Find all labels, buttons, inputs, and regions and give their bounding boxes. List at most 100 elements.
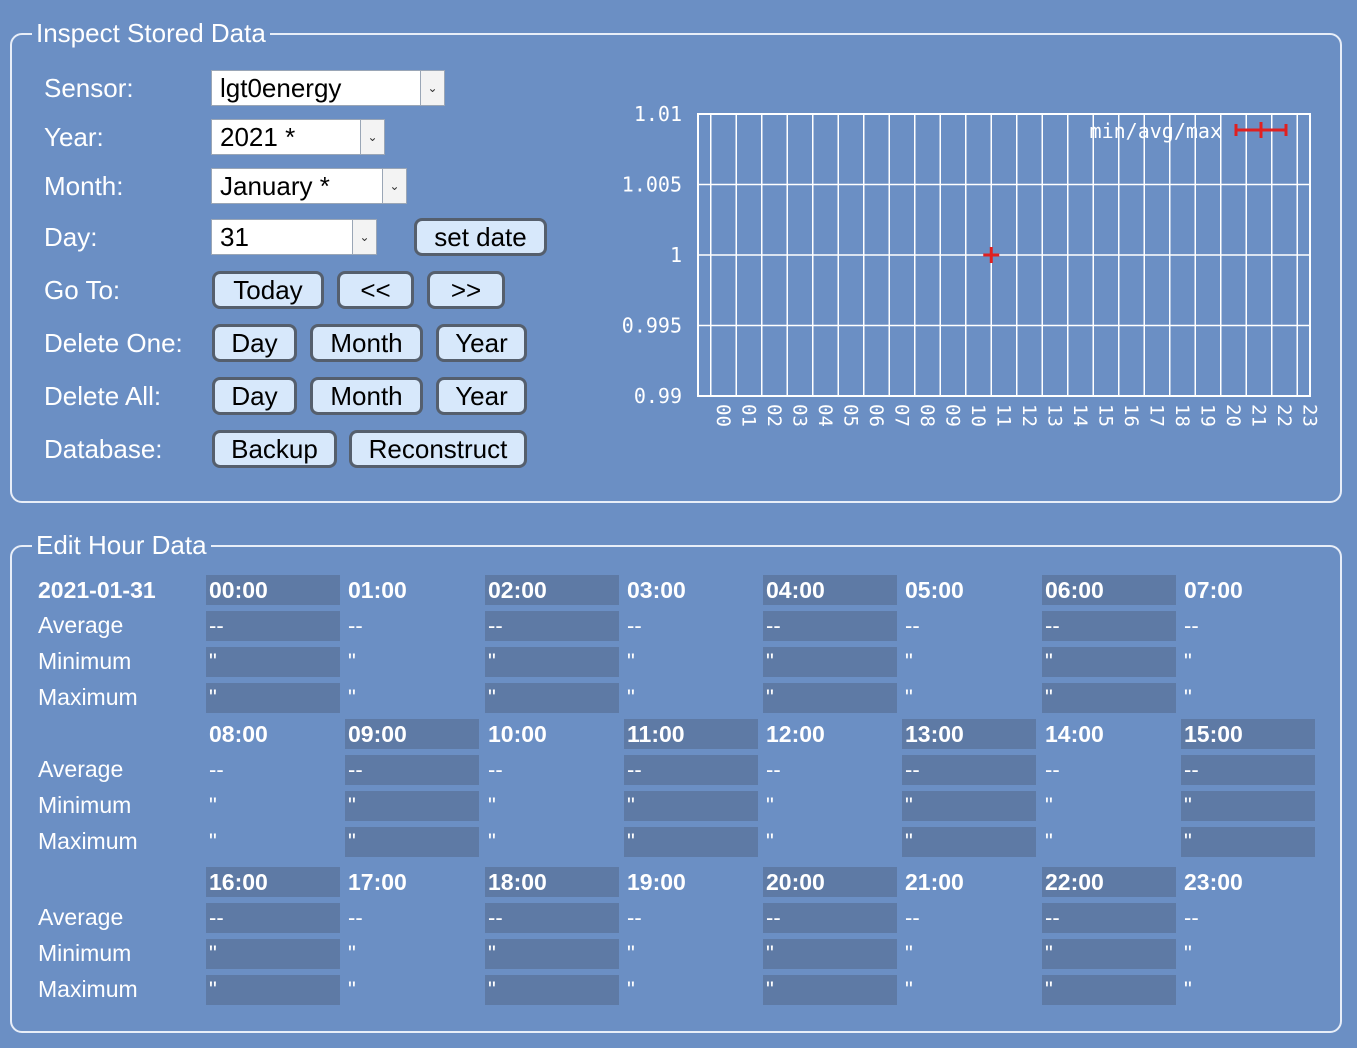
maximum-value-field[interactable]: " <box>485 975 619 1005</box>
backup-button[interactable]: Backup <box>212 430 337 468</box>
maximum-value-field[interactable]: " <box>624 827 758 857</box>
x-tick-label: 04 <box>814 404 836 427</box>
delete-one-month-button[interactable]: Month <box>310 324 423 362</box>
hour-header: 23:00 <box>1184 868 1243 895</box>
maximum-value-field[interactable]: " <box>206 683 340 713</box>
set-date-button[interactable]: set date <box>414 218 547 256</box>
maximum-value-field[interactable]: " <box>206 827 340 857</box>
x-tick-label: 19 <box>1196 404 1218 427</box>
average-value-field[interactable]: -- <box>763 903 897 933</box>
average-value-field[interactable]: -- <box>345 611 479 641</box>
average-value-field[interactable]: -- <box>763 755 897 785</box>
day-select[interactable]: 31 ⌄ <box>211 219 377 255</box>
maximum-value-field[interactable]: " <box>902 975 1036 1005</box>
average-value-field[interactable]: -- <box>624 611 758 641</box>
delete-all-month-button[interactable]: Month <box>310 377 423 415</box>
maximum-value-field[interactable]: " <box>763 975 897 1005</box>
average-value-field[interactable]: -- <box>345 903 479 933</box>
minimum-value-field[interactable]: " <box>206 791 340 821</box>
maximum-value-field[interactable]: " <box>624 683 758 713</box>
average-value-field[interactable]: -- <box>1042 611 1176 641</box>
month-select[interactable]: January * ⌄ <box>211 168 407 204</box>
average-value-field[interactable]: -- <box>206 903 340 933</box>
average-value-field[interactable]: -- <box>206 755 340 785</box>
minimum-value-field[interactable]: " <box>1042 647 1176 677</box>
minimum-value-field[interactable]: " <box>206 647 340 677</box>
minimum-value-field[interactable]: " <box>902 939 1036 969</box>
minimum-value-field[interactable]: " <box>763 939 897 969</box>
maximum-value-field[interactable]: " <box>1042 827 1176 857</box>
minimum-value-field[interactable]: " <box>1042 791 1176 821</box>
delete-one-day-button[interactable]: Day <box>212 324 297 362</box>
average-value-field[interactable]: -- <box>763 611 897 641</box>
year-select[interactable]: 2021 * ⌄ <box>211 119 385 155</box>
previous-day-button[interactable]: << <box>337 271 414 309</box>
average-value-field[interactable]: -- <box>1042 755 1176 785</box>
delete-all-year-button[interactable]: Year <box>436 377 527 415</box>
row-label-average: Average <box>38 756 124 782</box>
maximum-value-field[interactable]: " <box>345 975 479 1005</box>
x-tick-label: 01 <box>737 404 759 427</box>
average-value-field[interactable]: -- <box>624 903 758 933</box>
maximum-value-field[interactable]: " <box>206 975 340 1005</box>
delete-all-day-button[interactable]: Day <box>212 377 297 415</box>
average-value-field[interactable]: -- <box>1181 903 1315 933</box>
minimum-value-field[interactable]: " <box>624 939 758 969</box>
average-value-field[interactable]: -- <box>485 903 619 933</box>
average-value-field[interactable]: -- <box>485 755 619 785</box>
minimum-value-field[interactable]: " <box>902 647 1036 677</box>
average-value-field[interactable]: -- <box>206 611 340 641</box>
average-value-field[interactable]: -- <box>902 903 1036 933</box>
maximum-value-field[interactable]: " <box>1181 683 1315 713</box>
maximum-value-field[interactable]: " <box>1181 827 1315 857</box>
minimum-value-field[interactable]: " <box>485 647 619 677</box>
maximum-value-field[interactable]: " <box>485 827 619 857</box>
average-value-field[interactable]: -- <box>1181 611 1315 641</box>
average-value-field[interactable]: -- <box>902 755 1036 785</box>
minimum-value-field[interactable]: " <box>345 939 479 969</box>
maximum-value-field[interactable]: " <box>345 683 479 713</box>
average-value-field[interactable]: -- <box>902 611 1036 641</box>
average-value-field[interactable]: -- <box>624 755 758 785</box>
maximum-value-field[interactable]: " <box>1181 975 1315 1005</box>
today-button[interactable]: Today <box>212 271 324 309</box>
chevron-down-icon: ⌄ <box>382 169 406 203</box>
average-value-field[interactable]: -- <box>1181 755 1315 785</box>
row-label-maximum: Maximum <box>38 828 138 854</box>
minimum-value-field[interactable]: " <box>1181 647 1315 677</box>
maximum-value-field[interactable]: " <box>624 975 758 1005</box>
minimum-value-field[interactable]: " <box>624 791 758 821</box>
hour-header: 22:00 <box>1042 867 1176 897</box>
minimum-value-field[interactable]: " <box>1181 791 1315 821</box>
reconstruct-button[interactable]: Reconstruct <box>349 430 527 468</box>
minimum-value-field[interactable]: " <box>763 791 897 821</box>
next-day-button[interactable]: >> <box>427 271 505 309</box>
minimum-value-field[interactable]: " <box>485 791 619 821</box>
min-avg-max-chart: 1.011.00510.9950.9900 01 02 03 04 05 06 07 08 09 1… <box>622 102 1320 427</box>
maximum-value-field[interactable]: " <box>763 827 897 857</box>
maximum-value-field[interactable]: " <box>1042 683 1176 713</box>
maximum-value-field[interactable]: " <box>902 683 1036 713</box>
minimum-value-field[interactable]: " <box>345 647 479 677</box>
minimum-value-field[interactable]: " <box>485 939 619 969</box>
row-label-maximum: Maximum <box>38 976 138 1002</box>
minimum-value-field[interactable]: " <box>345 791 479 821</box>
average-value-field[interactable]: -- <box>1042 903 1176 933</box>
maximum-value-field[interactable]: " <box>1042 975 1176 1005</box>
maximum-value-field[interactable]: " <box>485 683 619 713</box>
sensor-select[interactable]: lgt0energy ⌄ <box>211 70 445 106</box>
minimum-value-field[interactable]: " <box>1181 939 1315 969</box>
sensor-select-value: lgt0energy <box>220 72 342 103</box>
delete-one-year-button[interactable]: Year <box>436 324 527 362</box>
minimum-value-field[interactable]: " <box>902 791 1036 821</box>
minimum-value-field[interactable]: " <box>763 647 897 677</box>
average-value-field[interactable]: -- <box>345 755 479 785</box>
minimum-value-field[interactable]: " <box>206 939 340 969</box>
minimum-value-field[interactable]: " <box>624 647 758 677</box>
x-tick-label: 03 <box>788 404 810 427</box>
average-value-field[interactable]: -- <box>485 611 619 641</box>
minimum-value-field[interactable]: " <box>1042 939 1176 969</box>
maximum-value-field[interactable]: " <box>345 827 479 857</box>
maximum-value-field[interactable]: " <box>763 683 897 713</box>
maximum-value-field[interactable]: " <box>902 827 1036 857</box>
